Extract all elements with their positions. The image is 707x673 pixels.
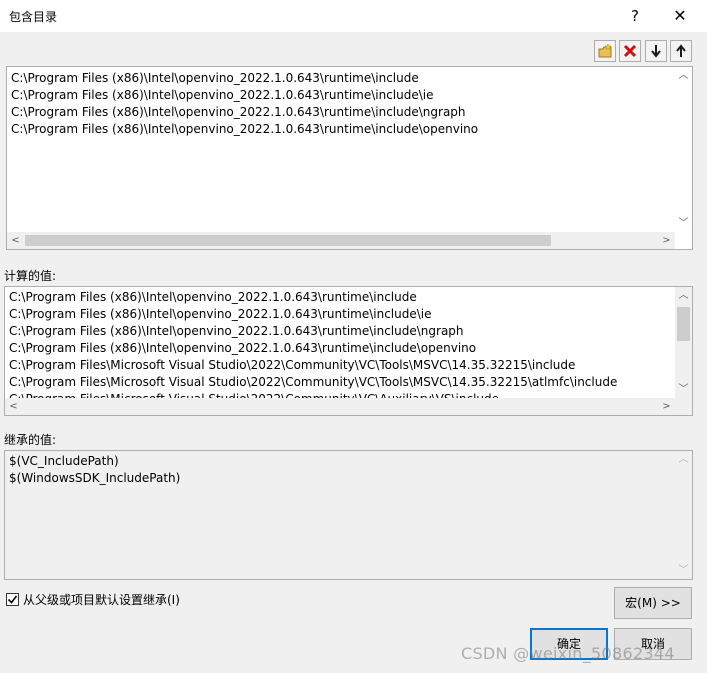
macros-button[interactable]: 宏(M) >> bbox=[614, 587, 692, 619]
move-down-button[interactable] bbox=[645, 40, 667, 62]
help-button[interactable]: ? bbox=[624, 6, 646, 26]
vertical-scroll-thumb[interactable] bbox=[677, 307, 690, 341]
close-button[interactable]: ✕ bbox=[669, 6, 691, 26]
directory-line[interactable]: C:\Program Files (x86)\Intel\openvino_20… bbox=[11, 121, 674, 138]
new-line-button[interactable] bbox=[594, 40, 616, 62]
arrow-up-icon bbox=[676, 44, 686, 57]
computed-values-label: 计算的值: bbox=[4, 269, 57, 283]
directory-line[interactable]: C:\Program Files (x86)\Intel\openvino_20… bbox=[11, 70, 674, 87]
computed-line: C:\Program Files\Microsoft Visual Studio… bbox=[9, 375, 618, 389]
scroll-down-icon[interactable]: ﹀ bbox=[675, 562, 692, 579]
computed-values-list[interactable]: C:\Program Files (x86)\Intel\openvino_20… bbox=[4, 286, 693, 416]
delete-icon bbox=[623, 44, 637, 58]
inherited-line: $(VC_IncludePath) bbox=[9, 454, 119, 468]
scroll-corner bbox=[675, 232, 692, 249]
scroll-left-icon[interactable]: < bbox=[5, 398, 22, 415]
move-up-button[interactable] bbox=[670, 40, 692, 62]
scroll-up-icon[interactable]: ︿ bbox=[675, 67, 692, 84]
scroll-up-icon[interactable]: ︿ bbox=[675, 287, 692, 304]
vertical-scrollbar[interactable]: ︿ ﹀ bbox=[675, 451, 692, 579]
dialog-title: 包含目录 bbox=[9, 10, 58, 24]
computed-line: C:\Program Files (x86)\Intel\openvino_20… bbox=[9, 290, 417, 304]
vertical-scrollbar[interactable]: ︿ ﹀ bbox=[675, 287, 692, 398]
scroll-right-icon[interactable]: > bbox=[658, 398, 675, 415]
directory-lines: C:\Program Files (x86)\Intel\openvino_20… bbox=[11, 70, 674, 138]
computed-line: C:\Program Files (x86)\Intel\openvino_20… bbox=[9, 307, 432, 321]
checkmark-icon bbox=[7, 595, 18, 604]
inherit-checkbox-label[interactable]: 从父级或项目默认设置继承(I) bbox=[23, 591, 180, 608]
delete-line-button[interactable] bbox=[619, 40, 641, 62]
horizontal-scrollbar[interactable]: < > bbox=[5, 398, 675, 415]
inherited-values-label: 继承的值: bbox=[4, 433, 57, 447]
scroll-down-icon[interactable]: ﹀ bbox=[675, 215, 692, 232]
computed-line: C:\Program Files (x86)\Intel\openvino_20… bbox=[9, 341, 477, 355]
scroll-down-icon[interactable]: ﹀ bbox=[675, 381, 692, 398]
inherited-lines: $(VC_IncludePath) $(WindowsSDK_IncludePa… bbox=[9, 453, 674, 487]
scroll-up-icon[interactable]: ︿ bbox=[675, 451, 692, 468]
inherited-line: $(WindowsSDK_IncludePath) bbox=[9, 471, 181, 485]
title-bar bbox=[0, 0, 707, 32]
directory-line[interactable]: C:\Program Files (x86)\Intel\openvino_20… bbox=[11, 104, 674, 121]
horizontal-scrollbar[interactable]: < > bbox=[7, 232, 675, 249]
scroll-corner bbox=[675, 398, 692, 415]
computed-lines: C:\Program Files (x86)\Intel\openvino_20… bbox=[9, 289, 674, 408]
directory-line[interactable]: C:\Program Files (x86)\Intel\openvino_20… bbox=[11, 87, 674, 104]
inherited-values-list[interactable]: $(VC_IncludePath) $(WindowsSDK_IncludePa… bbox=[4, 450, 693, 580]
watermark: CSDN @weixin_50862344 bbox=[461, 644, 675, 663]
vertical-scrollbar[interactable]: ︿ ﹀ bbox=[675, 67, 692, 232]
new-line-icon bbox=[598, 43, 612, 58]
arrow-down-icon bbox=[651, 45, 661, 58]
scroll-right-icon[interactable]: > bbox=[658, 232, 675, 249]
computed-line: C:\Program Files (x86)\Intel\openvino_20… bbox=[9, 324, 464, 338]
include-directories-list[interactable]: C:\Program Files (x86)\Intel\openvino_20… bbox=[6, 66, 693, 250]
scroll-left-icon[interactable]: < bbox=[7, 232, 24, 249]
horizontal-scroll-thumb[interactable] bbox=[25, 235, 551, 246]
inherit-checkbox[interactable] bbox=[6, 593, 19, 606]
computed-line: C:\Program Files\Microsoft Visual Studio… bbox=[9, 358, 576, 372]
